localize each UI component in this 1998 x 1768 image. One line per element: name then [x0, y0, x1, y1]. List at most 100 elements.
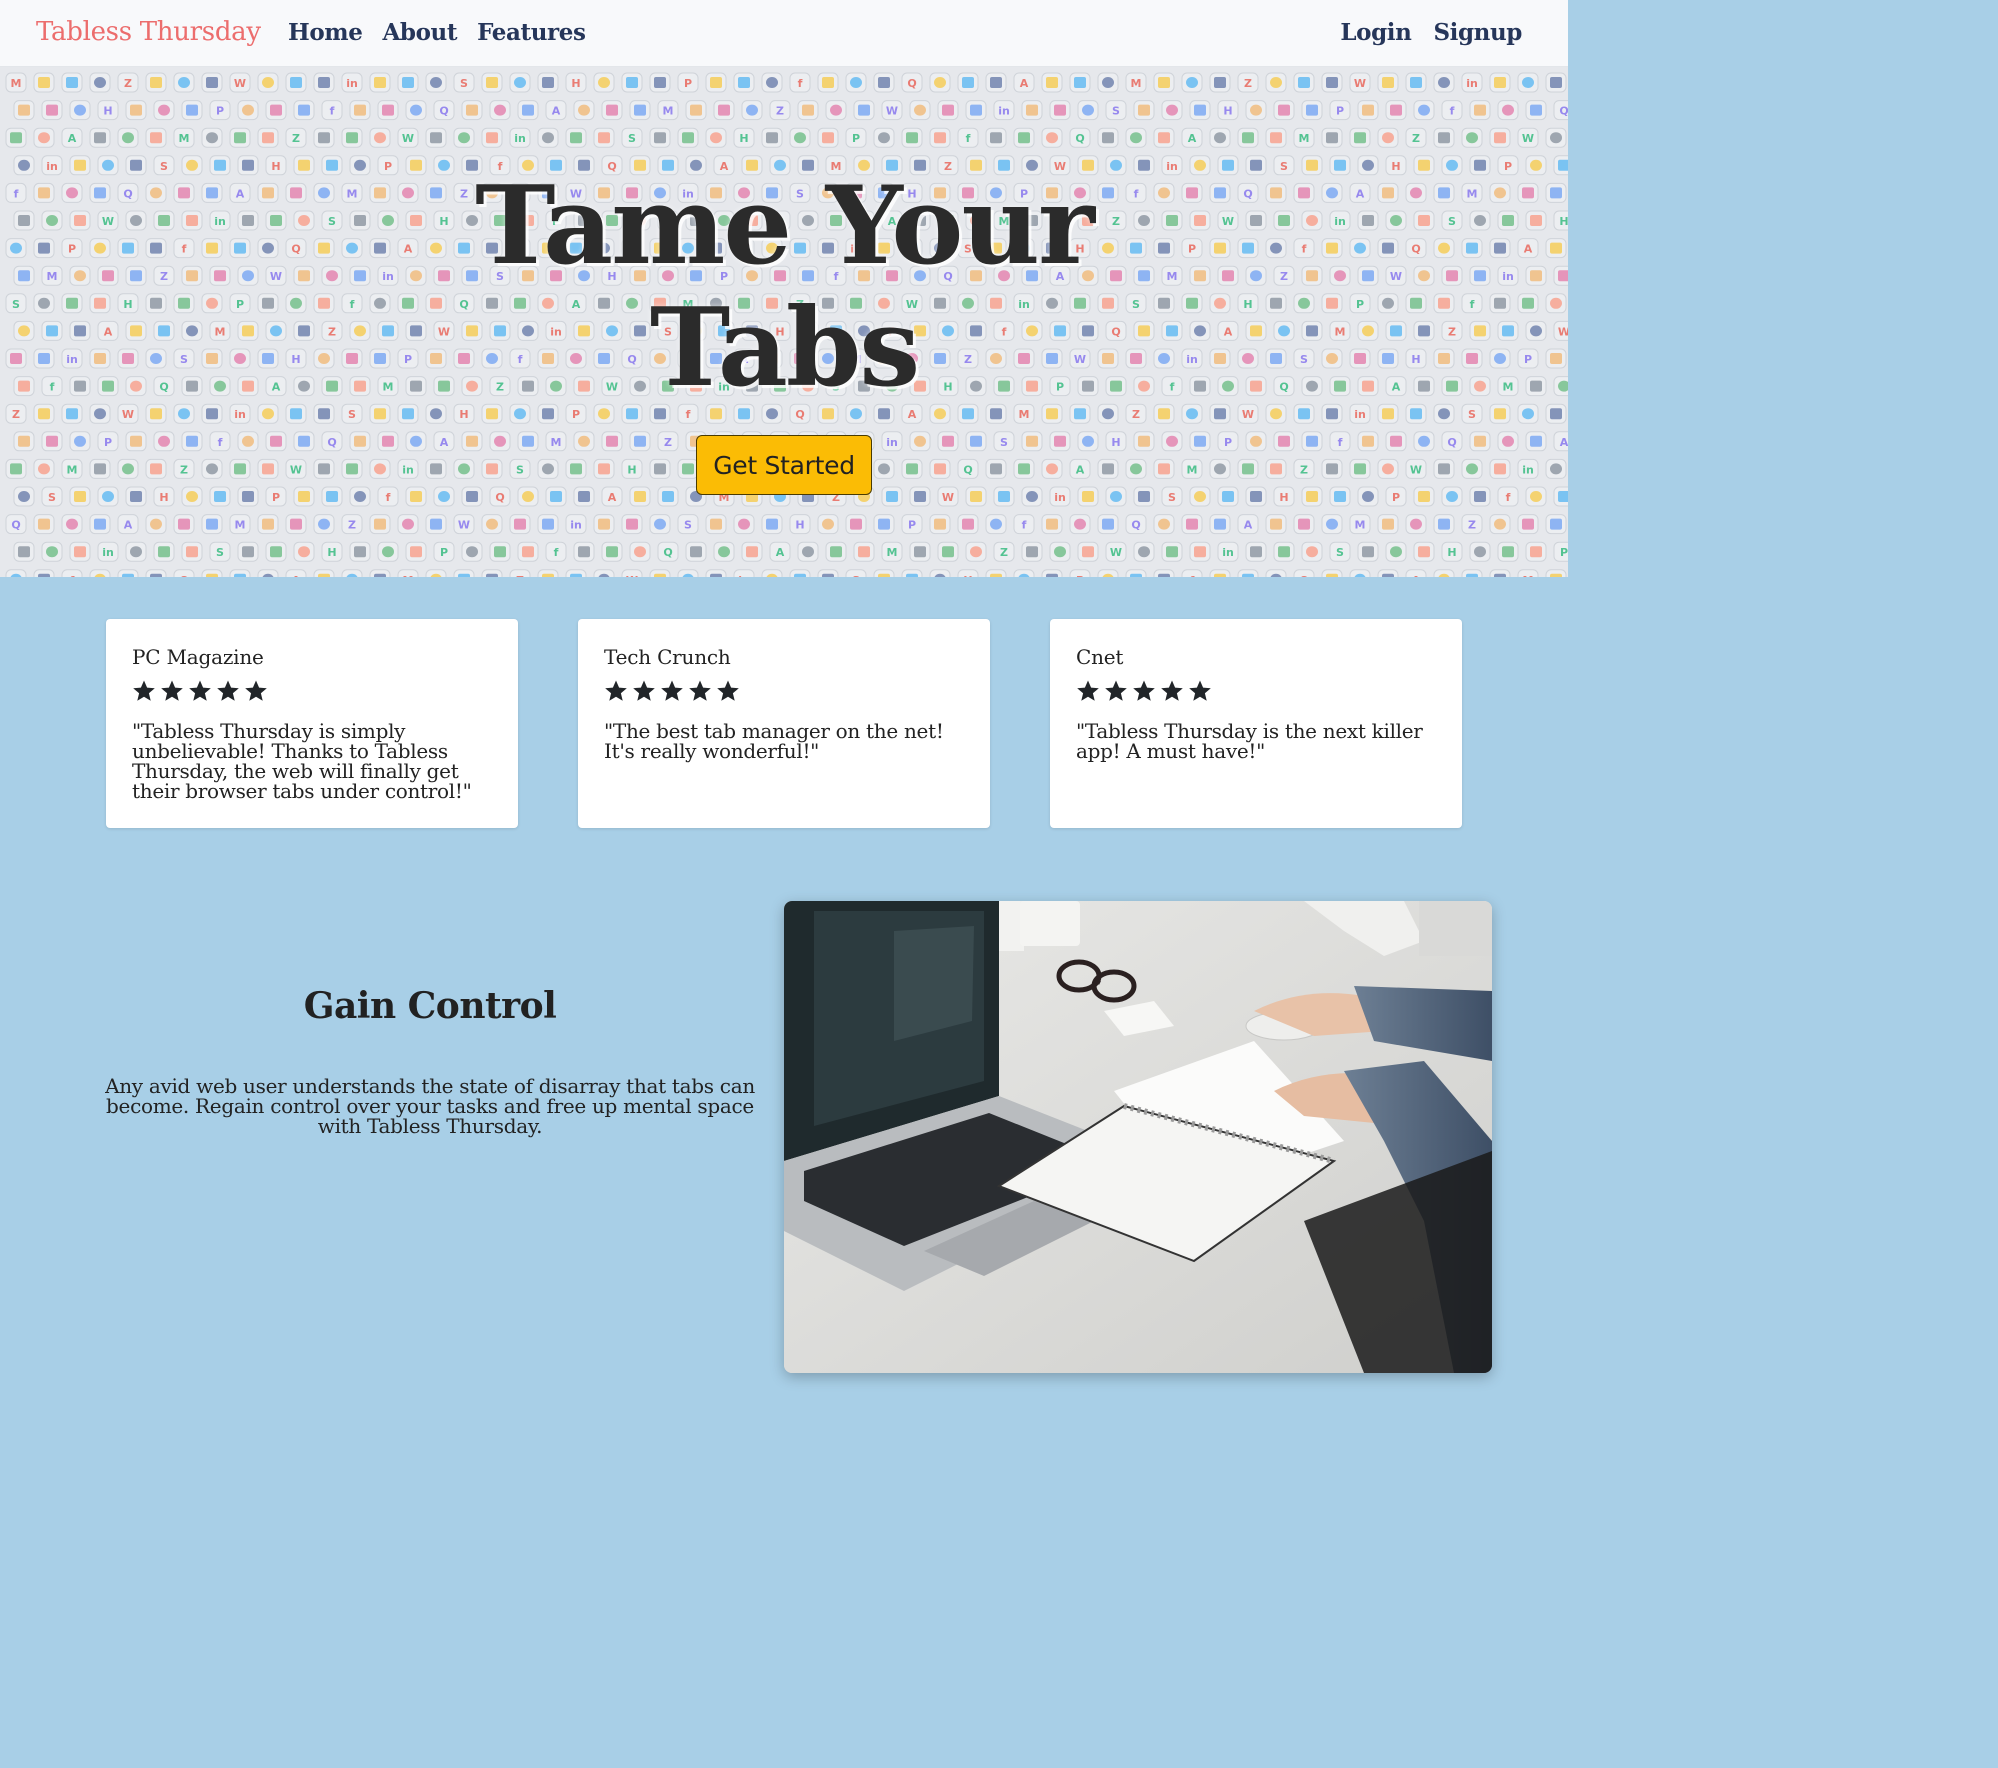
app-glyph-icon: f: [1450, 105, 1455, 118]
nav-link-login[interactable]: Login: [1340, 19, 1411, 46]
app-glyph-icon: [1306, 491, 1318, 502]
app-glyph-icon: P: [1392, 491, 1400, 504]
app-glyph-icon: W: [122, 408, 134, 421]
app-glyph-icon: [878, 77, 890, 88]
app-glyph-icon: [578, 104, 590, 116]
app-glyph-icon: in: [738, 574, 750, 577]
app-glyph-icon: [1194, 435, 1206, 447]
app-glyph-icon: [382, 104, 394, 116]
app-glyph-icon: [18, 546, 30, 558]
app-glyph-icon: S: [216, 546, 224, 559]
app-glyph-icon: [1410, 518, 1422, 530]
app-glyph-icon: [1502, 435, 1514, 447]
app-glyph-icon: [1242, 463, 1254, 475]
app-glyph-icon: [522, 491, 534, 502]
app-glyph-icon: [1326, 573, 1338, 577]
app-glyph-icon: [1326, 132, 1338, 144]
star-icon: [661, 680, 683, 701]
app-glyph-icon: W: [1242, 408, 1254, 421]
app-glyph-icon: [1270, 518, 1282, 530]
review-source: Tech Crunch: [604, 645, 731, 669]
app-glyph-icon: [206, 518, 218, 530]
nav-link-about[interactable]: About: [382, 19, 457, 46]
app-glyph-icon: Q: [1299, 574, 1308, 577]
app-glyph-icon: [74, 435, 86, 447]
get-started-button[interactable]: Get Started: [696, 435, 872, 495]
app-glyph-icon: W: [626, 574, 638, 577]
app-glyph-icon: [906, 132, 918, 144]
app-glyph-icon: in: [1054, 491, 1066, 504]
app-glyph-icon: [634, 104, 646, 116]
app-glyph-icon: [606, 435, 618, 447]
star-icon: [1077, 680, 1099, 701]
app-glyph-icon: f: [798, 77, 803, 90]
app-glyph-icon: M: [1187, 463, 1198, 476]
app-glyph-icon: A: [1560, 436, 1568, 449]
app-glyph-icon: [1522, 77, 1534, 88]
app-glyph-icon: [1382, 132, 1394, 144]
app-glyph-icon: [1306, 104, 1318, 116]
app-glyph-icon: [382, 435, 394, 447]
app-glyph-icon: P: [1076, 574, 1084, 577]
app-glyph-icon: H: [459, 408, 468, 421]
app-glyph-icon: [486, 573, 498, 577]
app-glyph-icon: [486, 132, 498, 144]
app-glyph-icon: [1326, 463, 1338, 475]
app-glyph-icon: [990, 408, 1002, 420]
app-glyph-icon: [578, 491, 590, 502]
app-glyph-icon: in: [346, 77, 358, 90]
app-glyph-icon: [906, 573, 918, 577]
app-glyph-icon: M: [67, 463, 78, 476]
app-glyph-icon: [1382, 463, 1394, 475]
nav-link-signup[interactable]: Signup: [1433, 19, 1522, 46]
app-glyph-icon: [1026, 546, 1038, 558]
app-glyph-icon: [458, 132, 470, 144]
app-glyph-icon: [794, 132, 806, 144]
app-glyph-icon: Z: [1300, 463, 1308, 476]
app-glyph-icon: [1418, 546, 1430, 558]
app-glyph-icon: [290, 408, 302, 420]
app-glyph-icon: [46, 435, 58, 447]
app-glyph-icon: f: [70, 574, 75, 577]
app-glyph-icon: [410, 104, 422, 116]
app-glyph-icon: [494, 104, 506, 116]
app-glyph-icon: [486, 518, 498, 530]
star-rating: [132, 679, 492, 703]
app-glyph-icon: [486, 463, 498, 475]
hero-title-line-2: Tabs: [649, 285, 920, 411]
star-icon: [1105, 680, 1127, 701]
app-glyph-icon: [374, 573, 386, 577]
app-glyph-icon: [1046, 408, 1058, 420]
app-glyph-icon: [1362, 435, 1374, 447]
app-glyph-icon: [158, 104, 170, 116]
app-glyph-icon: S: [460, 77, 468, 90]
nav-link-home[interactable]: Home: [288, 19, 363, 46]
app-glyph-icon: [402, 408, 414, 420]
app-glyph-icon: f: [1338, 436, 1343, 449]
app-glyph-icon: [1158, 77, 1170, 88]
star-icon: [217, 680, 239, 701]
app-glyph-icon: in: [234, 408, 246, 421]
app-glyph-icon: [1382, 573, 1394, 577]
app-glyph-icon: [1438, 463, 1450, 475]
app-glyph-icon: P: [1560, 546, 1568, 559]
app-glyph-icon: [1550, 518, 1562, 530]
app-glyph-icon: [1362, 546, 1374, 558]
app-glyph-icon: W: [1354, 77, 1366, 90]
app-glyph-icon: [10, 132, 22, 144]
app-glyph-icon: [374, 408, 386, 420]
nav-link-features[interactable]: Features: [477, 19, 586, 46]
app-glyph-icon: [1494, 408, 1506, 420]
app-glyph-icon: [970, 435, 982, 447]
app-glyph-icon: [1298, 518, 1310, 530]
app-glyph-icon: [1102, 408, 1114, 420]
app-glyph-icon: M: [235, 519, 246, 532]
app-glyph-icon: [1082, 546, 1094, 558]
app-glyph-icon: [1082, 491, 1094, 502]
app-glyph-icon: [542, 132, 554, 144]
app-glyph-icon: [1354, 463, 1366, 475]
app-glyph-icon: [298, 435, 310, 447]
app-glyph-icon: W: [234, 77, 246, 90]
brand-logo-link[interactable]: Tabless Thursday: [36, 17, 261, 47]
app-glyph-icon: [1494, 132, 1506, 144]
